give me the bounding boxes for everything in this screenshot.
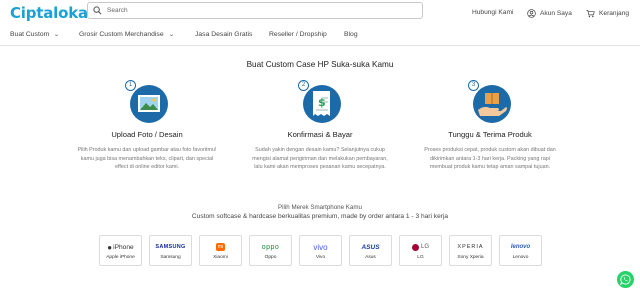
oppo-logo: oppo: [261, 243, 280, 251]
main-nav: Buat Custom ⌄ Grosir Custom Merchandise …: [0, 28, 640, 46]
brand-name: Asus: [365, 255, 376, 260]
apple-logo: ● iPhone: [107, 241, 133, 253]
brand-apple[interactable]: ● iPhone Apple iPhone: [99, 235, 142, 266]
search-bar[interactable]: [87, 2, 423, 19]
brand-heading: Pilih Merek Smartphone Kamu: [278, 204, 362, 211]
brand-vivo[interactable]: vivo Vivo: [299, 235, 342, 266]
step-upload: 1 Upload Foto / Desain Pilih Produk kamu…: [77, 80, 217, 172]
payment-icon: 2 $: [298, 80, 342, 124]
nav-item-label: Buat Custom: [10, 31, 50, 38]
brand-samsung[interactable]: SAMSUNG Samsung: [149, 235, 192, 266]
nav-item-label: Jasa Desain Gratis: [195, 31, 253, 38]
site-logo[interactable]: Ciptaloka: [10, 4, 88, 22]
step-number: 3: [468, 80, 479, 91]
xperia-logo: XPERIA: [457, 244, 484, 250]
cart-link-label: Keranjang: [599, 10, 630, 17]
cart-link[interactable]: Keranjang: [586, 9, 629, 18]
step-number: 2: [298, 80, 309, 91]
brand-name: Apple iPhone: [106, 255, 135, 260]
brand-name: Lenovo: [512, 255, 529, 260]
cart-icon: [586, 9, 595, 18]
brand-name: Xiaomi: [213, 255, 228, 260]
asus-logo: ASUS: [361, 243, 380, 251]
brand-lenovo[interactable]: lenovo Lenovo: [499, 235, 542, 266]
step-title: Upload Foto / Desain: [111, 130, 183, 139]
nav-item-label: Reseller / Dropship: [269, 31, 327, 38]
step-receive: 3 Tunggu & Terima Produk Proses produksi…: [420, 80, 560, 172]
nav-item-buat-custom[interactable]: Buat Custom ⌄: [10, 31, 61, 38]
brand-name: Sony Xperia: [457, 255, 484, 260]
whatsapp-button[interactable]: [617, 271, 634, 288]
brand-asus[interactable]: ASUS Asus: [349, 235, 392, 266]
whatsapp-icon: [620, 274, 631, 285]
photo-upload-icon: 1: [125, 80, 169, 124]
step-title: Konfirmasi & Bayar: [287, 130, 353, 139]
apple-icon: ●: [107, 242, 113, 252]
xiaomi-logo: mi: [215, 241, 226, 253]
brand-name: Samsung: [160, 255, 181, 260]
nav-item-grosir[interactable]: Grosir Custom Merchandise ⌄: [79, 31, 174, 38]
search-input[interactable]: [107, 7, 407, 14]
section-title: Buat Custom Case HP Suka-suka Kamu: [246, 60, 394, 69]
brand-list: ● iPhone Apple iPhone SAMSUNG Samsung mi …: [99, 235, 542, 266]
package-icon: 3: [468, 80, 512, 124]
brand-oppo[interactable]: oppo Oppo: [249, 235, 292, 266]
lenovo-logo: lenovo: [510, 244, 531, 250]
brand-name: Vivo: [315, 255, 326, 260]
top-bar: Ciptaloka Hubungi Kami Akun Saya Keranja…: [0, 0, 640, 28]
chevron-down-icon: ⌄: [53, 32, 61, 38]
step-number: 1: [125, 80, 136, 91]
lg-logo: LG: [411, 241, 429, 253]
brand-logo-text: LG: [420, 244, 429, 250]
brand-subheading: Custom softcase & hardcase berkualitas p…: [191, 213, 449, 220]
nav-item-reseller[interactable]: Reseller / Dropship: [269, 31, 327, 38]
brand-sony-xperia[interactable]: XPERIA Sony Xperia: [449, 235, 492, 266]
contact-link[interactable]: Hubungi Kami: [472, 9, 513, 16]
nav-item-label: Blog: [344, 31, 358, 38]
nav-item-blog[interactable]: Blog: [344, 31, 358, 38]
account-link-label: Akun Saya: [540, 10, 572, 17]
brand-name: Oppo: [264, 255, 277, 260]
nav-item-label: Grosir Custom Merchandise: [79, 31, 164, 38]
step-description: Sudah yakin dengan desain kamu? Selanjut…: [252, 147, 388, 170]
nav-item-jasa-desain[interactable]: Jasa Desain Gratis: [195, 31, 252, 38]
step-description: Proses produksi cepat, produk custom aka…: [424, 147, 556, 170]
chevron-down-icon: ⌄: [167, 32, 175, 38]
contact-link-label: Hubungi Kami: [472, 9, 514, 16]
search-icon[interactable]: [93, 6, 102, 15]
lg-circle-icon: [411, 243, 419, 251]
user-icon: [527, 9, 536, 18]
account-link[interactable]: Akun Saya: [527, 9, 572, 18]
samsung-logo: SAMSUNG: [155, 244, 186, 250]
brand-name: LG: [417, 255, 424, 260]
brand-logo-text: iPhone: [113, 243, 134, 251]
step-title: Tunggu & Terima Produk: [448, 130, 532, 139]
step-confirm: 2 $ Konfirmasi & Bayar Sudah yakin denga…: [250, 80, 390, 172]
brand-xiaomi[interactable]: mi Xiaomi: [199, 235, 242, 266]
brand-lg[interactable]: LG LG: [399, 235, 442, 266]
brand-logo-text: mi: [215, 243, 226, 251]
vivo-logo: vivo: [313, 242, 328, 252]
step-description: Pilih Produk kamu dan upload gambar atau…: [77, 147, 217, 170]
